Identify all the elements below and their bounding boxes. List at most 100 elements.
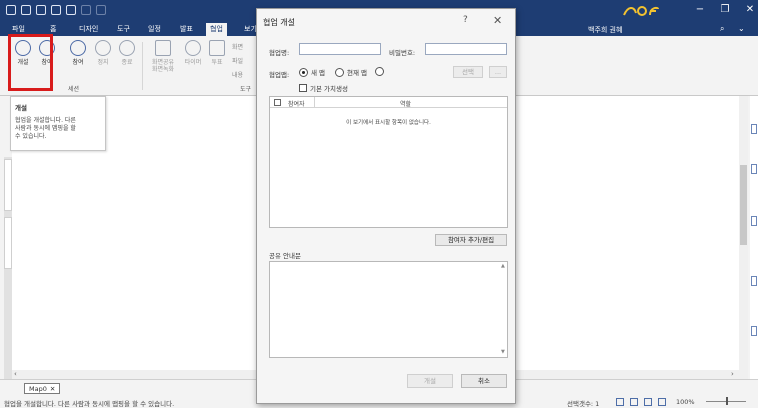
radio-current-map[interactable]: 현재 맵: [335, 67, 367, 77]
new-file-icon[interactable]: [21, 5, 31, 15]
stop-button[interactable]: 종료: [116, 40, 138, 66]
scroll-right-icon[interactable]: ›: [731, 370, 734, 378]
right-panel-marker[interactable]: [751, 124, 757, 134]
vertical-scroll-thumb[interactable]: [740, 165, 747, 245]
scroll-up-icon[interactable]: ▲: [501, 263, 513, 269]
option-content[interactable]: 내용: [232, 70, 243, 79]
scroll-down-icon[interactable]: ▼: [501, 349, 513, 355]
participate-button[interactable]: 참여: [67, 40, 89, 66]
side-panel-tab-view[interactable]: [4, 217, 12, 269]
column-participant[interactable]: 참여자: [288, 99, 305, 108]
tooltip-line: 협업을 개설합니다. 다른: [15, 117, 76, 124]
chevron-down-icon[interactable]: ⌄: [738, 24, 745, 33]
redo-icon[interactable]: [96, 5, 106, 15]
outline-view-icon[interactable]: [630, 398, 638, 406]
scroll-left-icon[interactable]: ‹: [14, 370, 17, 378]
name-label: 협업명:: [269, 49, 290, 57]
open-button[interactable]: 개설: [407, 374, 453, 388]
default-value-checkbox[interactable]: 기본 가치생성: [299, 83, 348, 93]
right-panel-marker[interactable]: [751, 164, 757, 174]
sheet-tab-label: Map0: [29, 385, 47, 393]
empty-list-message: 이 보기에서 표시할 항목이 없습니다.: [346, 120, 431, 126]
right-side-panel: [750, 96, 758, 379]
edit-participants-button[interactable]: 참여자 추가/편집: [435, 234, 507, 246]
stop-icon: [119, 40, 135, 56]
ribbon-separator: [142, 42, 143, 90]
group-session-label: 세션: [68, 86, 80, 93]
zoom-slider-handle[interactable]: [726, 397, 728, 405]
participate-label: 참여: [72, 59, 84, 66]
sheet-tab-map0[interactable]: Map0 ✕: [24, 383, 61, 394]
close-icon[interactable]: ✕: [744, 4, 756, 15]
vote-button[interactable]: 투표: [206, 40, 228, 66]
preview-icon[interactable]: [66, 5, 76, 15]
target-map-label: 협업맵:: [269, 71, 290, 79]
right-panel-marker[interactable]: [751, 216, 757, 226]
pause-label: 정지: [97, 59, 109, 66]
participant-list[interactable]: 참여자 역할 이 보기에서 표시할 항목이 없습니다.: [269, 96, 508, 228]
open-collaboration-dialog: 협업 개설 ? ✕ 협업명: 비밀번호: 협업맵: 새 맵 현재 맵 선택 ..…: [256, 8, 516, 404]
help-icon[interactable]: ?: [463, 15, 468, 25]
tab-design[interactable]: 디자인: [79, 24, 98, 34]
pause-button[interactable]: 정지: [92, 40, 114, 66]
radio-current-map-label: 현재 맵: [347, 69, 368, 77]
tab-view[interactable]: 보기: [244, 24, 257, 34]
app-icon: [6, 5, 16, 15]
minimize-icon[interactable]: −: [694, 4, 706, 15]
screen-share-button[interactable]: 화면공유 화면녹화: [150, 40, 176, 73]
print-icon[interactable]: [51, 5, 61, 15]
option-screen[interactable]: 화면: [232, 42, 243, 51]
radio-dot: [375, 67, 384, 76]
checkbox-label: 기본 가치생성: [310, 85, 348, 93]
timer-button[interactable]: 타이머: [182, 40, 204, 66]
restore-icon[interactable]: ❐: [719, 4, 731, 15]
dialog-close-icon[interactable]: ✕: [493, 14, 502, 27]
close-tab-icon[interactable]: ✕: [50, 385, 55, 393]
select-all-checkbox[interactable]: [274, 99, 281, 106]
tab-tools[interactable]: 도구: [117, 24, 130, 34]
undo-icon[interactable]: [81, 5, 91, 15]
quick-access-toolbar: [6, 5, 106, 15]
highlight-frame: [8, 34, 53, 91]
right-panel-marker[interactable]: [751, 276, 757, 286]
save-icon[interactable]: [36, 5, 46, 15]
right-panel-marker[interactable]: [751, 326, 757, 336]
password-label: 비밀번호:: [389, 49, 416, 57]
option-file[interactable]: 파일: [232, 56, 243, 65]
tab-file[interactable]: 파일: [12, 24, 25, 34]
monitor-icon: [155, 40, 171, 56]
tab-schedule[interactable]: 일정: [148, 24, 161, 34]
normal-view-icon[interactable]: [616, 398, 624, 406]
zoom-icon[interactable]: [658, 398, 666, 406]
cancel-button[interactable]: 취소: [461, 374, 507, 388]
search-icon[interactable]: ⌕: [720, 24, 724, 34]
notice-label: 공유 안내문: [269, 252, 301, 260]
browse-button[interactable]: ...: [489, 66, 507, 78]
tooltip-title: 개설: [15, 104, 27, 112]
zoom-level: 100%: [676, 398, 695, 406]
list-header: 참여자 역할: [270, 97, 507, 108]
tab-home[interactable]: 홈: [50, 24, 56, 34]
radio-existing-map[interactable]: [375, 67, 384, 76]
tab-collaboration[interactable]: 협업: [206, 23, 227, 36]
tooltip-line: 사람과 동시에 맵핑을 할: [15, 125, 76, 132]
select-map-button[interactable]: 선택: [453, 66, 483, 78]
pause-icon: [95, 40, 111, 56]
brand-logo: [623, 6, 659, 16]
notice-textarea[interactable]: [269, 261, 508, 358]
screen-share-label: 화면공유 화면녹화: [151, 59, 175, 73]
vote-icon: [209, 40, 225, 56]
radio-new-map[interactable]: 새 맵: [299, 67, 325, 77]
collaboration-name-input[interactable]: [299, 43, 381, 55]
selection-count: 선택갯수: 1: [567, 400, 600, 408]
timer-label: 타이머: [184, 59, 202, 66]
fit-view-icon[interactable]: [644, 398, 652, 406]
column-divider: [314, 97, 315, 108]
tooltip: 개설 협업을 개설합니다. 다른 사람과 동시에 맵핑을 할 수 있습니다.: [10, 96, 106, 151]
tab-presentation[interactable]: 발표: [180, 24, 193, 34]
timer-icon: [185, 40, 201, 56]
side-panel-tab-materials[interactable]: [4, 159, 12, 211]
column-role[interactable]: 역할: [400, 99, 411, 108]
password-input[interactable]: [425, 43, 507, 55]
join-arrow-icon: [70, 40, 86, 56]
